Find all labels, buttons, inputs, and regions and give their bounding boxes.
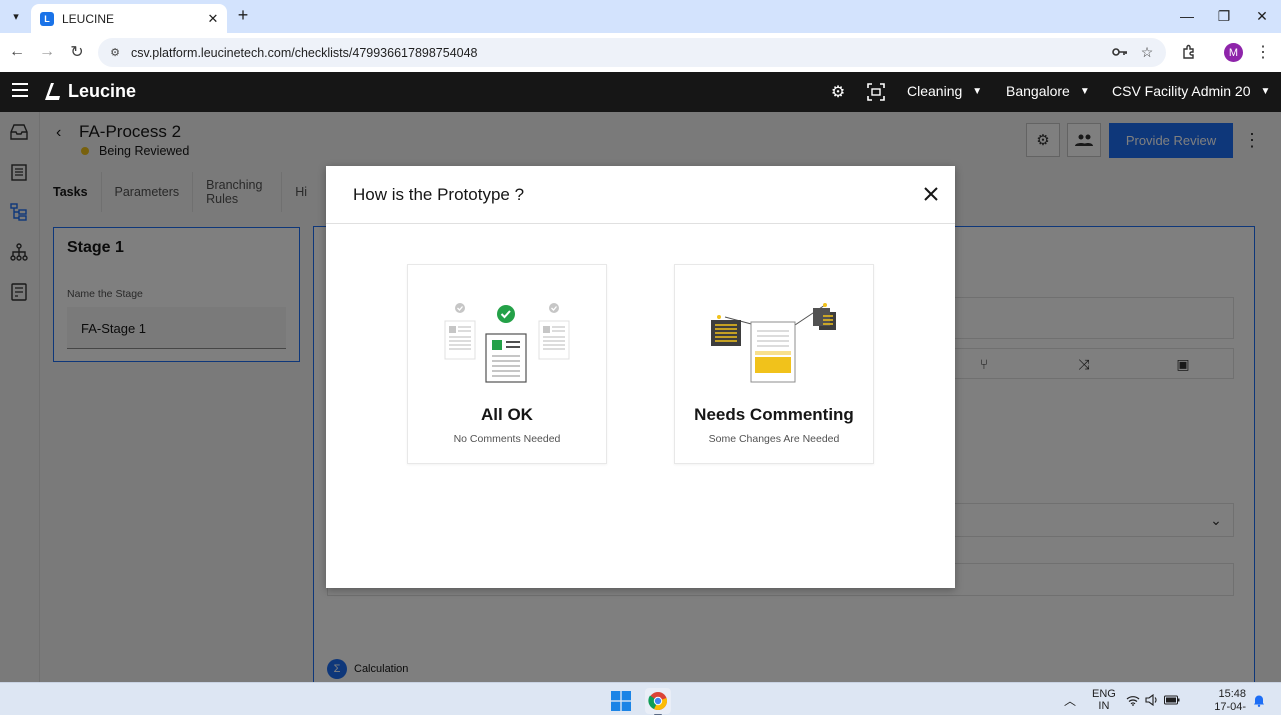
language-indicator[interactable]: ENG IN xyxy=(1092,688,1116,712)
option-needs-commenting-title: Needs Commenting xyxy=(694,405,854,424)
tab-close-icon[interactable]: ✕ xyxy=(205,11,221,27)
leucine-logo[interactable]: Leucine xyxy=(42,80,136,102)
leucine-favicon-icon: L xyxy=(40,11,54,26)
facility-label: Cleaning xyxy=(907,83,963,99)
settings-gear-icon[interactable]: ⚙ xyxy=(828,82,848,102)
app-header: Leucine ⚙ Cleaning ▼ Bangalore ▼ CSV Fac… xyxy=(0,72,1281,112)
chevron-down-icon: ▼ xyxy=(1260,85,1271,97)
user-label: CSV Facility Admin 20 xyxy=(1112,83,1251,99)
clock-time: 15:48 xyxy=(1218,688,1246,700)
minimize-icon[interactable]: — xyxy=(1172,4,1202,28)
documents-check-icon xyxy=(444,303,570,383)
review-modal: How is the Prototype ? All OK No Comment… xyxy=(326,166,955,588)
browser-menu-icon[interactable]: ⋮ xyxy=(1255,42,1271,62)
user-dropdown[interactable]: CSV Facility Admin 20 ▼ xyxy=(1112,83,1270,99)
chevron-up-icon[interactable]: ︿ xyxy=(1062,693,1078,708)
windows-start-icon[interactable] xyxy=(611,691,631,711)
site-info-icon[interactable]: ⚙ xyxy=(108,46,122,60)
modal-title: How is the Prototype ? xyxy=(353,185,525,204)
browser-tab-bar: ▾ L LEUCINE ✕ + — ❐ ✕ xyxy=(0,0,1281,33)
forward-arrow-icon[interactable]: → xyxy=(36,41,58,63)
clock[interactable]: 15:48 17-04-2024 xyxy=(1193,688,1246,715)
wifi-icon[interactable] xyxy=(1125,693,1141,707)
new-tab-icon[interactable]: + xyxy=(234,5,252,25)
language-line1: ENG xyxy=(1092,688,1116,700)
option-needs-commenting[interactable]: Needs Commenting Some Changes Are Needed xyxy=(674,264,874,464)
close-icon[interactable] xyxy=(919,182,943,206)
language-line2: IN xyxy=(1098,700,1110,712)
os-taskbar: ︿ ENG IN 15:48 17-04-2024 xyxy=(0,682,1281,715)
option-all-ok-title: All OK xyxy=(481,405,533,424)
documents-comment-icon xyxy=(711,303,836,383)
browser-tab-title: LEUCINE xyxy=(62,11,115,26)
back-arrow-icon[interactable]: ← xyxy=(6,41,28,63)
location-dropdown[interactable]: Bangalore ▼ xyxy=(1006,83,1090,99)
location-label: Bangalore xyxy=(1006,83,1070,99)
notification-bell-icon[interactable] xyxy=(1251,693,1267,707)
tab-search-dropdown-icon[interactable]: ▾ xyxy=(7,6,25,26)
screen: ▾ L LEUCINE ✕ + — ❐ ✕ ← → ↻ ⚙ csv.platfo… xyxy=(0,0,1281,715)
browser-toolbar: ← → ↻ ⚙ csv.platform.leucinetech.com/che… xyxy=(0,33,1281,72)
chevron-down-icon: ▼ xyxy=(1079,85,1090,97)
maximize-icon[interactable]: ❐ xyxy=(1209,4,1239,28)
modal-divider xyxy=(326,223,955,224)
chrome-taskbar-icon[interactable] xyxy=(645,688,671,715)
profile-avatar[interactable]: M xyxy=(1224,43,1243,62)
bookmark-star-icon[interactable]: ☆ xyxy=(1137,42,1157,62)
option-all-ok-subtitle: No Comments Needed xyxy=(453,433,561,445)
password-key-icon[interactable] xyxy=(1110,42,1130,62)
leucine-logo-icon xyxy=(42,80,62,102)
option-needs-commenting-subtitle: Some Changes Are Needed xyxy=(708,433,840,445)
chevron-down-icon: ▼ xyxy=(972,85,983,97)
option-all-ok[interactable]: All OK No Comments Needed xyxy=(407,264,607,464)
clock-date: 17-04-2024 xyxy=(1214,701,1246,715)
brand-name: Leucine xyxy=(68,80,137,101)
hamburger-menu-icon[interactable] xyxy=(12,83,28,99)
battery-icon[interactable] xyxy=(1164,693,1180,707)
address-bar[interactable]: ⚙ csv.platform.leucinetech.com/checklist… xyxy=(98,38,1166,67)
browser-tab[interactable]: L LEUCINE ✕ xyxy=(31,4,227,33)
extensions-icon[interactable] xyxy=(1179,42,1199,62)
reload-icon[interactable]: ↻ xyxy=(66,41,88,63)
facility-dropdown[interactable]: Cleaning ▼ xyxy=(907,83,982,99)
url-text[interactable]: csv.platform.leucinetech.com/checklists/… xyxy=(131,46,1166,60)
volume-icon[interactable] xyxy=(1144,693,1160,707)
window-close-icon[interactable]: ✕ xyxy=(1247,4,1277,28)
scan-icon[interactable] xyxy=(866,82,886,102)
